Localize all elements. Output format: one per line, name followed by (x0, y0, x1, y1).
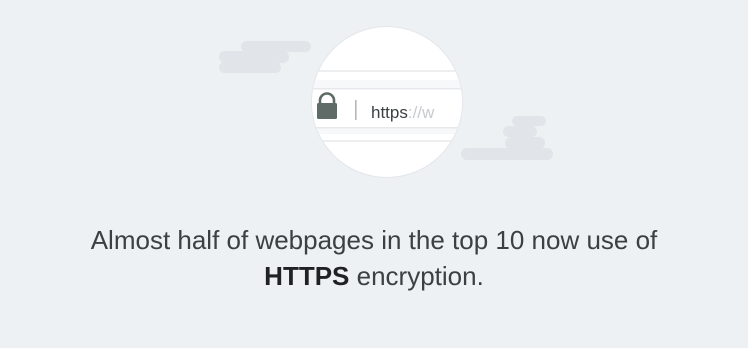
left-cloud-icon (219, 41, 311, 73)
url-rest: ://w (408, 103, 435, 122)
address-bar-divider (355, 100, 357, 120)
caption-line-1: Almost half of webpages in the top 10 no… (90, 225, 658, 255)
caption-line-2-rest: encryption. (349, 261, 484, 291)
caption-line-2: HTTPS encryption. (0, 258, 748, 294)
illustration-svg: https://w (219, 26, 553, 178)
https-illustration: https://w (0, 0, 748, 200)
magnifier-lens (311, 26, 463, 178)
caption-https-strong: HTTPS (264, 261, 350, 291)
url-text: https://w (371, 103, 435, 122)
right-cloud-icon (461, 116, 553, 160)
info-card: https://w Almost half of webpages in the… (0, 0, 748, 348)
url-scheme: https (371, 103, 408, 122)
caption: Almost half of webpages in the top 10 no… (0, 222, 748, 294)
